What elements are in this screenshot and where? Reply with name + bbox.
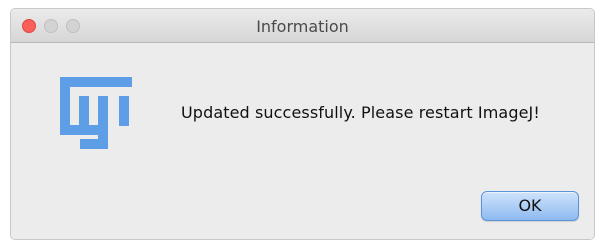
dialog-message: Updated successfully. Please restart Ima…: [181, 103, 540, 122]
title-bar[interactable]: Information: [11, 9, 594, 43]
imagej-logo-icon: [54, 73, 134, 153]
ok-button[interactable]: OK: [481, 191, 579, 221]
dialog-content: Updated successfully. Please restart Ima…: [11, 43, 594, 239]
window-title: Information: [256, 17, 349, 36]
information-dialog: Information Updated successfully. Please…: [10, 8, 595, 240]
